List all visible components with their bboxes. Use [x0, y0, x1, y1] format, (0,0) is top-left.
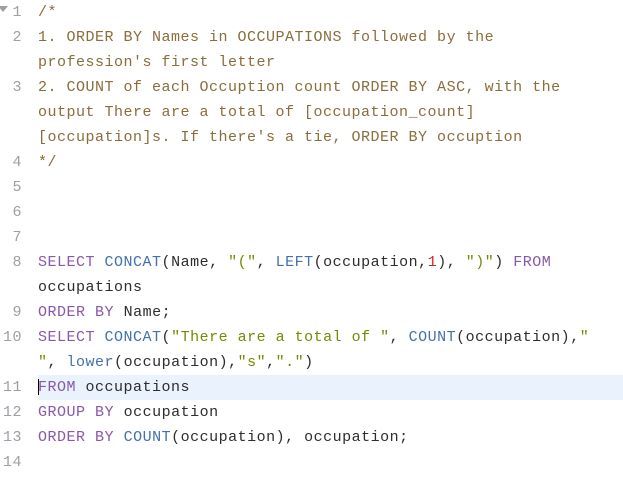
- code-line[interactable]: */: [38, 150, 623, 175]
- line-number: 8: [0, 250, 22, 300]
- line-number: 5: [0, 175, 22, 200]
- comment-token: /*: [38, 4, 57, 21]
- line-number: 7: [0, 225, 22, 250]
- keyword-token: FROM: [38, 379, 76, 396]
- function-token: COUNT: [409, 329, 457, 346]
- identifier-token: occupations: [38, 279, 143, 296]
- line-number: 11: [0, 375, 22, 400]
- comment-token: 2. COUNT of each Occuption count ORDER B…: [38, 79, 570, 146]
- code-line[interactable]: [38, 200, 623, 225]
- code-line[interactable]: ORDER BY COUNT(occupation), occupation;: [38, 425, 623, 450]
- function-token: CONCAT: [105, 329, 162, 346]
- code-line[interactable]: [38, 450, 623, 475]
- function-token: COUNT: [124, 429, 172, 446]
- comment-token: 1. ORDER BY Names in OCCUPATIONS followe…: [38, 29, 504, 71]
- identifier-token: Name: [124, 304, 162, 321]
- code-line[interactable]: /*: [38, 0, 623, 25]
- line-number: 4: [0, 150, 22, 175]
- code-line-active[interactable]: FROM occupations: [38, 375, 623, 400]
- keyword-token: SELECT: [38, 329, 95, 346]
- line-number: 9: [0, 300, 22, 325]
- identifier-token: occupation: [181, 429, 276, 446]
- string-token: "(": [228, 254, 257, 271]
- keyword-token: SELECT: [38, 254, 95, 271]
- identifier-token: occupation: [466, 329, 561, 346]
- line-number: 10: [0, 325, 22, 375]
- string-token: "There are a total of ": [171, 329, 390, 346]
- line-number: 12: [0, 400, 22, 425]
- identifier-token: occupation: [304, 429, 399, 446]
- identifier-token: occupation: [124, 354, 219, 371]
- string-token: ")": [466, 254, 495, 271]
- code-area[interactable]: /* 1. ORDER BY Names in OCCUPATIONS foll…: [28, 0, 623, 475]
- line-number: 13: [0, 425, 22, 450]
- line-number: 6: [0, 200, 22, 225]
- string-token: ".": [276, 354, 305, 371]
- line-number: 14: [0, 450, 22, 475]
- number-token: 1: [428, 254, 438, 271]
- code-line[interactable]: [38, 225, 623, 250]
- identifier-token: occupation: [124, 404, 219, 421]
- identifier-token: occupation: [323, 254, 418, 271]
- code-line[interactable]: ORDER BY Name;: [38, 300, 623, 325]
- keyword-token: ORDER: [38, 304, 86, 321]
- code-line[interactable]: SELECT CONCAT("There are a total of ", C…: [38, 325, 623, 375]
- keyword-token: BY: [95, 404, 114, 421]
- identifier-token: Name: [171, 254, 209, 271]
- code-line[interactable]: SELECT CONCAT(Name, "(", LEFT(occupation…: [38, 250, 623, 300]
- code-line[interactable]: [38, 175, 623, 200]
- keyword-token: ORDER: [38, 429, 86, 446]
- function-token: LEFT: [276, 254, 314, 271]
- code-line[interactable]: 1. ORDER BY Names in OCCUPATIONS followe…: [38, 25, 623, 75]
- string-token: "s": [238, 354, 267, 371]
- code-line[interactable]: GROUP BY occupation: [38, 400, 623, 425]
- line-number: 2: [0, 25, 22, 75]
- code-editor[interactable]: 1 2 3 4 5 6 7 8 9 10 11 12 13 14 /* 1. O…: [0, 0, 623, 475]
- line-number: 1: [0, 0, 22, 25]
- line-number-gutter: 1 2 3 4 5 6 7 8 9 10 11 12 13 14: [0, 0, 28, 475]
- comment-token: */: [38, 154, 57, 171]
- code-line[interactable]: 2. COUNT of each Occuption count ORDER B…: [38, 75, 623, 150]
- function-token: CONCAT: [105, 254, 162, 271]
- keyword-token: BY: [95, 429, 114, 446]
- function-token: lower: [67, 354, 115, 371]
- keyword-token: GROUP: [38, 404, 86, 421]
- keyword-token: FROM: [513, 254, 551, 271]
- keyword-token: BY: [95, 304, 114, 321]
- line-number: 3: [0, 75, 22, 150]
- fold-arrow-icon[interactable]: [0, 6, 8, 12]
- identifier-token: occupations: [86, 379, 191, 396]
